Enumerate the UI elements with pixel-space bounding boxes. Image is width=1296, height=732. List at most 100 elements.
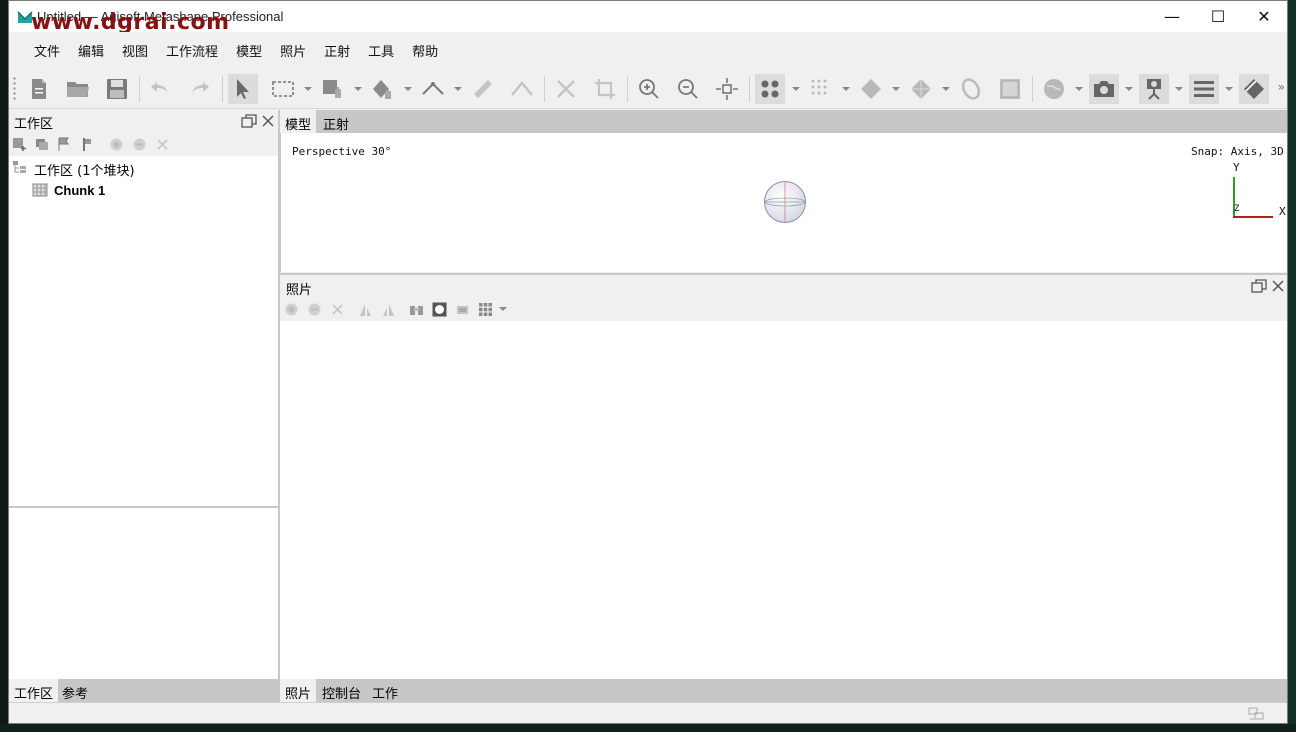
shape-hand-icon[interactable]	[318, 74, 348, 104]
shape-dropdown[interactable]	[354, 87, 362, 91]
tab-reference[interactable]: 参考	[57, 679, 93, 702]
show-image-quality-icon[interactable]	[455, 302, 470, 317]
video-camera-dropdown[interactable]	[1175, 87, 1183, 91]
float-panel-icon[interactable]	[241, 114, 257, 128]
zoom-out-icon[interactable]	[673, 74, 703, 104]
camera-icon[interactable]	[1089, 74, 1119, 104]
menu-icon[interactable]	[1189, 74, 1219, 104]
rotate-right-icon[interactable]	[381, 302, 396, 317]
navigation-pointer-icon[interactable]	[228, 74, 258, 104]
tab-console[interactable]: 控制台	[317, 679, 366, 702]
title-bar[interactable]: Untitled — Agisoft Metashape Professiona…	[9, 1, 1287, 35]
rectangle-selection-icon[interactable]	[268, 74, 298, 104]
show-masks-icon[interactable]	[432, 302, 447, 317]
view-mode-grid-icon[interactable]	[478, 302, 493, 317]
tab-jobs[interactable]: 工作	[367, 679, 403, 702]
app-window: Untitled — Agisoft Metashape Professiona…	[8, 0, 1288, 724]
mesh-solid-icon[interactable]	[906, 74, 936, 104]
close-panel-icon[interactable]	[261, 114, 275, 128]
disable-camera-icon[interactable]	[307, 302, 322, 317]
ruler-point-icon[interactable]	[418, 74, 448, 104]
menu-photo[interactable]: 照片	[271, 41, 315, 60]
filter-binoculars-icon[interactable]	[409, 302, 424, 317]
draw-polygon-icon[interactable]	[368, 74, 398, 104]
camera-dropdown[interactable]	[1125, 87, 1133, 91]
trackball-icon[interactable]	[763, 180, 807, 224]
mesh-dropdown[interactable]	[892, 87, 900, 91]
dense-cloud-dropdown[interactable]	[842, 87, 850, 91]
photos-panel-header: 照片	[280, 273, 1287, 298]
polygon-dropdown[interactable]	[404, 87, 412, 91]
menu-view[interactable]: 视图	[113, 41, 157, 60]
menu-model[interactable]: 模型	[227, 41, 271, 60]
workspace-tree-root[interactable]: 工作区 (1个堆块)	[9, 156, 278, 179]
rectangle-selection-dropdown[interactable]	[304, 87, 312, 91]
dem-dropdown[interactable]	[1075, 87, 1083, 91]
menu-edit[interactable]: 编辑	[69, 41, 113, 60]
video-camera-icon[interactable]	[1139, 74, 1169, 104]
chunk-label: Chunk 1	[54, 183, 106, 198]
workspace-panel-header: 工作区	[9, 110, 278, 132]
dense-cloud-icon[interactable]	[806, 74, 836, 104]
menu-help[interactable]: 帮助	[403, 41, 447, 60]
zoom-in-icon[interactable]	[634, 74, 664, 104]
new-document-icon[interactable]	[24, 74, 54, 104]
chunk-row[interactable]: Chunk 1	[9, 179, 278, 202]
open-folder-icon[interactable]	[63, 74, 93, 104]
minimize-button[interactable]: —	[1149, 1, 1195, 32]
ruler-point-dropdown[interactable]	[454, 87, 462, 91]
redo-icon[interactable]	[185, 74, 215, 104]
menu-bar: 文件 编辑 视图 工作流程 模型 照片 正射 工具 帮助	[9, 32, 1287, 68]
model-viewport[interactable]: Perspective 30° Snap: Axis, 3D Y X Z	[280, 133, 1287, 272]
toolbar-separator	[222, 76, 223, 102]
enable-camera-icon[interactable]	[284, 302, 299, 317]
toolbar-separator	[749, 76, 750, 102]
photos-list-area[interactable]	[280, 321, 1287, 679]
tab-workspace[interactable]: 工作区	[9, 679, 59, 702]
undo-icon[interactable]	[145, 74, 175, 104]
desktop-bottom-edge	[0, 724, 1296, 732]
menu-dropdown[interactable]	[1225, 87, 1233, 91]
rotate-left-icon[interactable]	[358, 302, 373, 317]
mesh-solid-dropdown[interactable]	[942, 87, 950, 91]
remove-item-icon[interactable]	[155, 137, 170, 152]
disable-icon[interactable]	[132, 137, 147, 152]
ortho-icon[interactable]	[1239, 74, 1269, 104]
crop-icon[interactable]	[590, 74, 620, 104]
point-cloud-dropdown[interactable]	[792, 87, 800, 91]
point-cloud-icon[interactable]	[755, 74, 785, 104]
tab-model[interactable]: 模型	[280, 110, 317, 133]
maximize-button[interactable]: ☐	[1195, 1, 1241, 32]
view-mode-dropdown[interactable]	[499, 307, 507, 311]
menu-tools[interactable]: 工具	[359, 41, 403, 60]
perspective-label: Perspective 30°	[292, 145, 392, 158]
close-photos-panel-icon[interactable]	[1271, 279, 1285, 293]
ruler-icon[interactable]	[468, 74, 498, 104]
menu-file[interactable]: 文件	[25, 41, 69, 60]
tab-ortho[interactable]: 正射	[318, 110, 354, 133]
add-photos-icon[interactable]	[35, 137, 50, 152]
tiled-model-icon[interactable]	[956, 74, 986, 104]
dem-icon[interactable]	[1039, 74, 1069, 104]
enable-icon[interactable]	[109, 137, 124, 152]
add-marker-icon[interactable]	[57, 137, 72, 152]
mesh-shaded-icon[interactable]	[856, 74, 886, 104]
texture-icon[interactable]	[995, 74, 1025, 104]
close-button[interactable]: ✕	[1241, 1, 1287, 32]
add-scalebar-icon[interactable]	[81, 137, 96, 152]
bottom-panel-tabs: 照片 控制台 工作	[280, 679, 1287, 702]
add-chunk-icon[interactable]	[12, 137, 27, 152]
network-status-icon[interactable]	[1247, 707, 1265, 721]
remove-camera-icon[interactable]	[330, 302, 345, 317]
delete-icon[interactable]	[551, 74, 581, 104]
menu-workflow[interactable]: 工作流程	[157, 41, 227, 60]
reset-view-icon[interactable]	[712, 74, 742, 104]
toolbar-overflow-button[interactable]: »	[1278, 80, 1285, 94]
tab-photos[interactable]: 照片	[280, 679, 317, 702]
menu-ortho[interactable]: 正射	[315, 41, 359, 60]
axis-z-label: Z	[1234, 204, 1240, 214]
save-icon[interactable]	[102, 74, 132, 104]
draw-polyline-icon[interactable]	[507, 74, 537, 104]
toolbar-grip[interactable]	[13, 76, 16, 102]
float-photos-panel-icon[interactable]	[1251, 279, 1267, 293]
